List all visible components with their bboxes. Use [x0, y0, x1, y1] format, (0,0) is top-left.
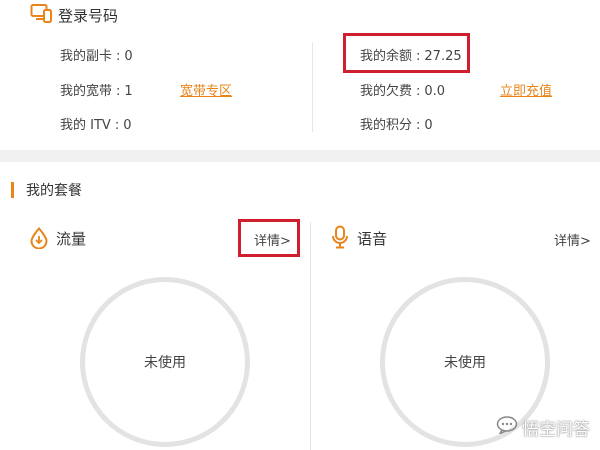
section-accent-bar — [11, 182, 14, 198]
voice-usage-status: 未使用 — [444, 355, 486, 371]
balance-info: 我的余额:27.25 — [360, 45, 462, 64]
account-summary: 登录号码 我的副卡:0 我的宽带:1 宽带专区 我的 ITV:0 我的余额:27… — [0, 0, 600, 150]
package-title: 我的套餐 — [26, 183, 82, 199]
info-value: 1 — [124, 84, 133, 99]
devices-icon — [30, 3, 52, 27]
chat-bubble-icon — [496, 416, 518, 439]
points-info: 我的积分:0 — [360, 114, 433, 133]
info-label: 我的 ITV — [60, 118, 111, 133]
arrears-info: 我的欠费:0.0 — [360, 80, 445, 99]
data-usage-status: 未使用 — [144, 355, 186, 371]
info-separator: : — [114, 118, 120, 133]
data-usage-ring: 未使用 — [80, 277, 250, 447]
account-header: 登录号码 — [30, 4, 118, 26]
info-label: 我的宽带 — [60, 84, 113, 99]
itv-info: 我的 ITV:0 — [60, 114, 131, 133]
broadband-zone-link[interactable]: 宽带专区 — [180, 80, 232, 99]
microphone-icon — [331, 225, 349, 253]
secondary-card-info: 我的副卡:0 — [60, 45, 133, 64]
info-separator: : — [116, 49, 121, 64]
voice-detail-link[interactable]: 详情> — [554, 230, 591, 249]
recharge-link[interactable]: 立即充值 — [500, 80, 552, 99]
droplet-icon — [30, 226, 48, 253]
info-label: 我的余额 — [360, 49, 413, 64]
broadband-info: 我的宽带:1 — [60, 80, 133, 99]
info-value: 0 — [124, 49, 133, 64]
section-separator — [0, 150, 600, 162]
info-separator: : — [416, 118, 421, 133]
info-separator: : — [416, 49, 421, 64]
info-value: 0 — [123, 118, 132, 133]
info-separator: : — [416, 84, 421, 99]
voice-card-title: 语音 — [357, 230, 388, 248]
package-section: 我的套餐 流量 详情> 未使用 语音 详情> 未使用 悟空问答 — [0, 162, 600, 450]
column-divider — [312, 42, 313, 132]
info-value: 27.25 — [424, 49, 462, 64]
info-label: 我的副卡 — [60, 49, 113, 64]
info-separator: : — [116, 84, 121, 99]
account-title: 登录号码 — [58, 6, 119, 25]
info-label: 我的积分 — [360, 118, 413, 133]
info-value: 0.0 — [424, 84, 446, 99]
info-label: 我的欠费 — [360, 84, 413, 99]
info-value: 0 — [424, 118, 433, 133]
watermark: 悟空问答 — [496, 415, 590, 440]
card-divider — [310, 222, 311, 450]
data-card-title: 流量 — [56, 230, 87, 248]
data-detail-link[interactable]: 详情> — [254, 230, 291, 249]
watermark-text: 悟空问答 — [522, 420, 590, 440]
